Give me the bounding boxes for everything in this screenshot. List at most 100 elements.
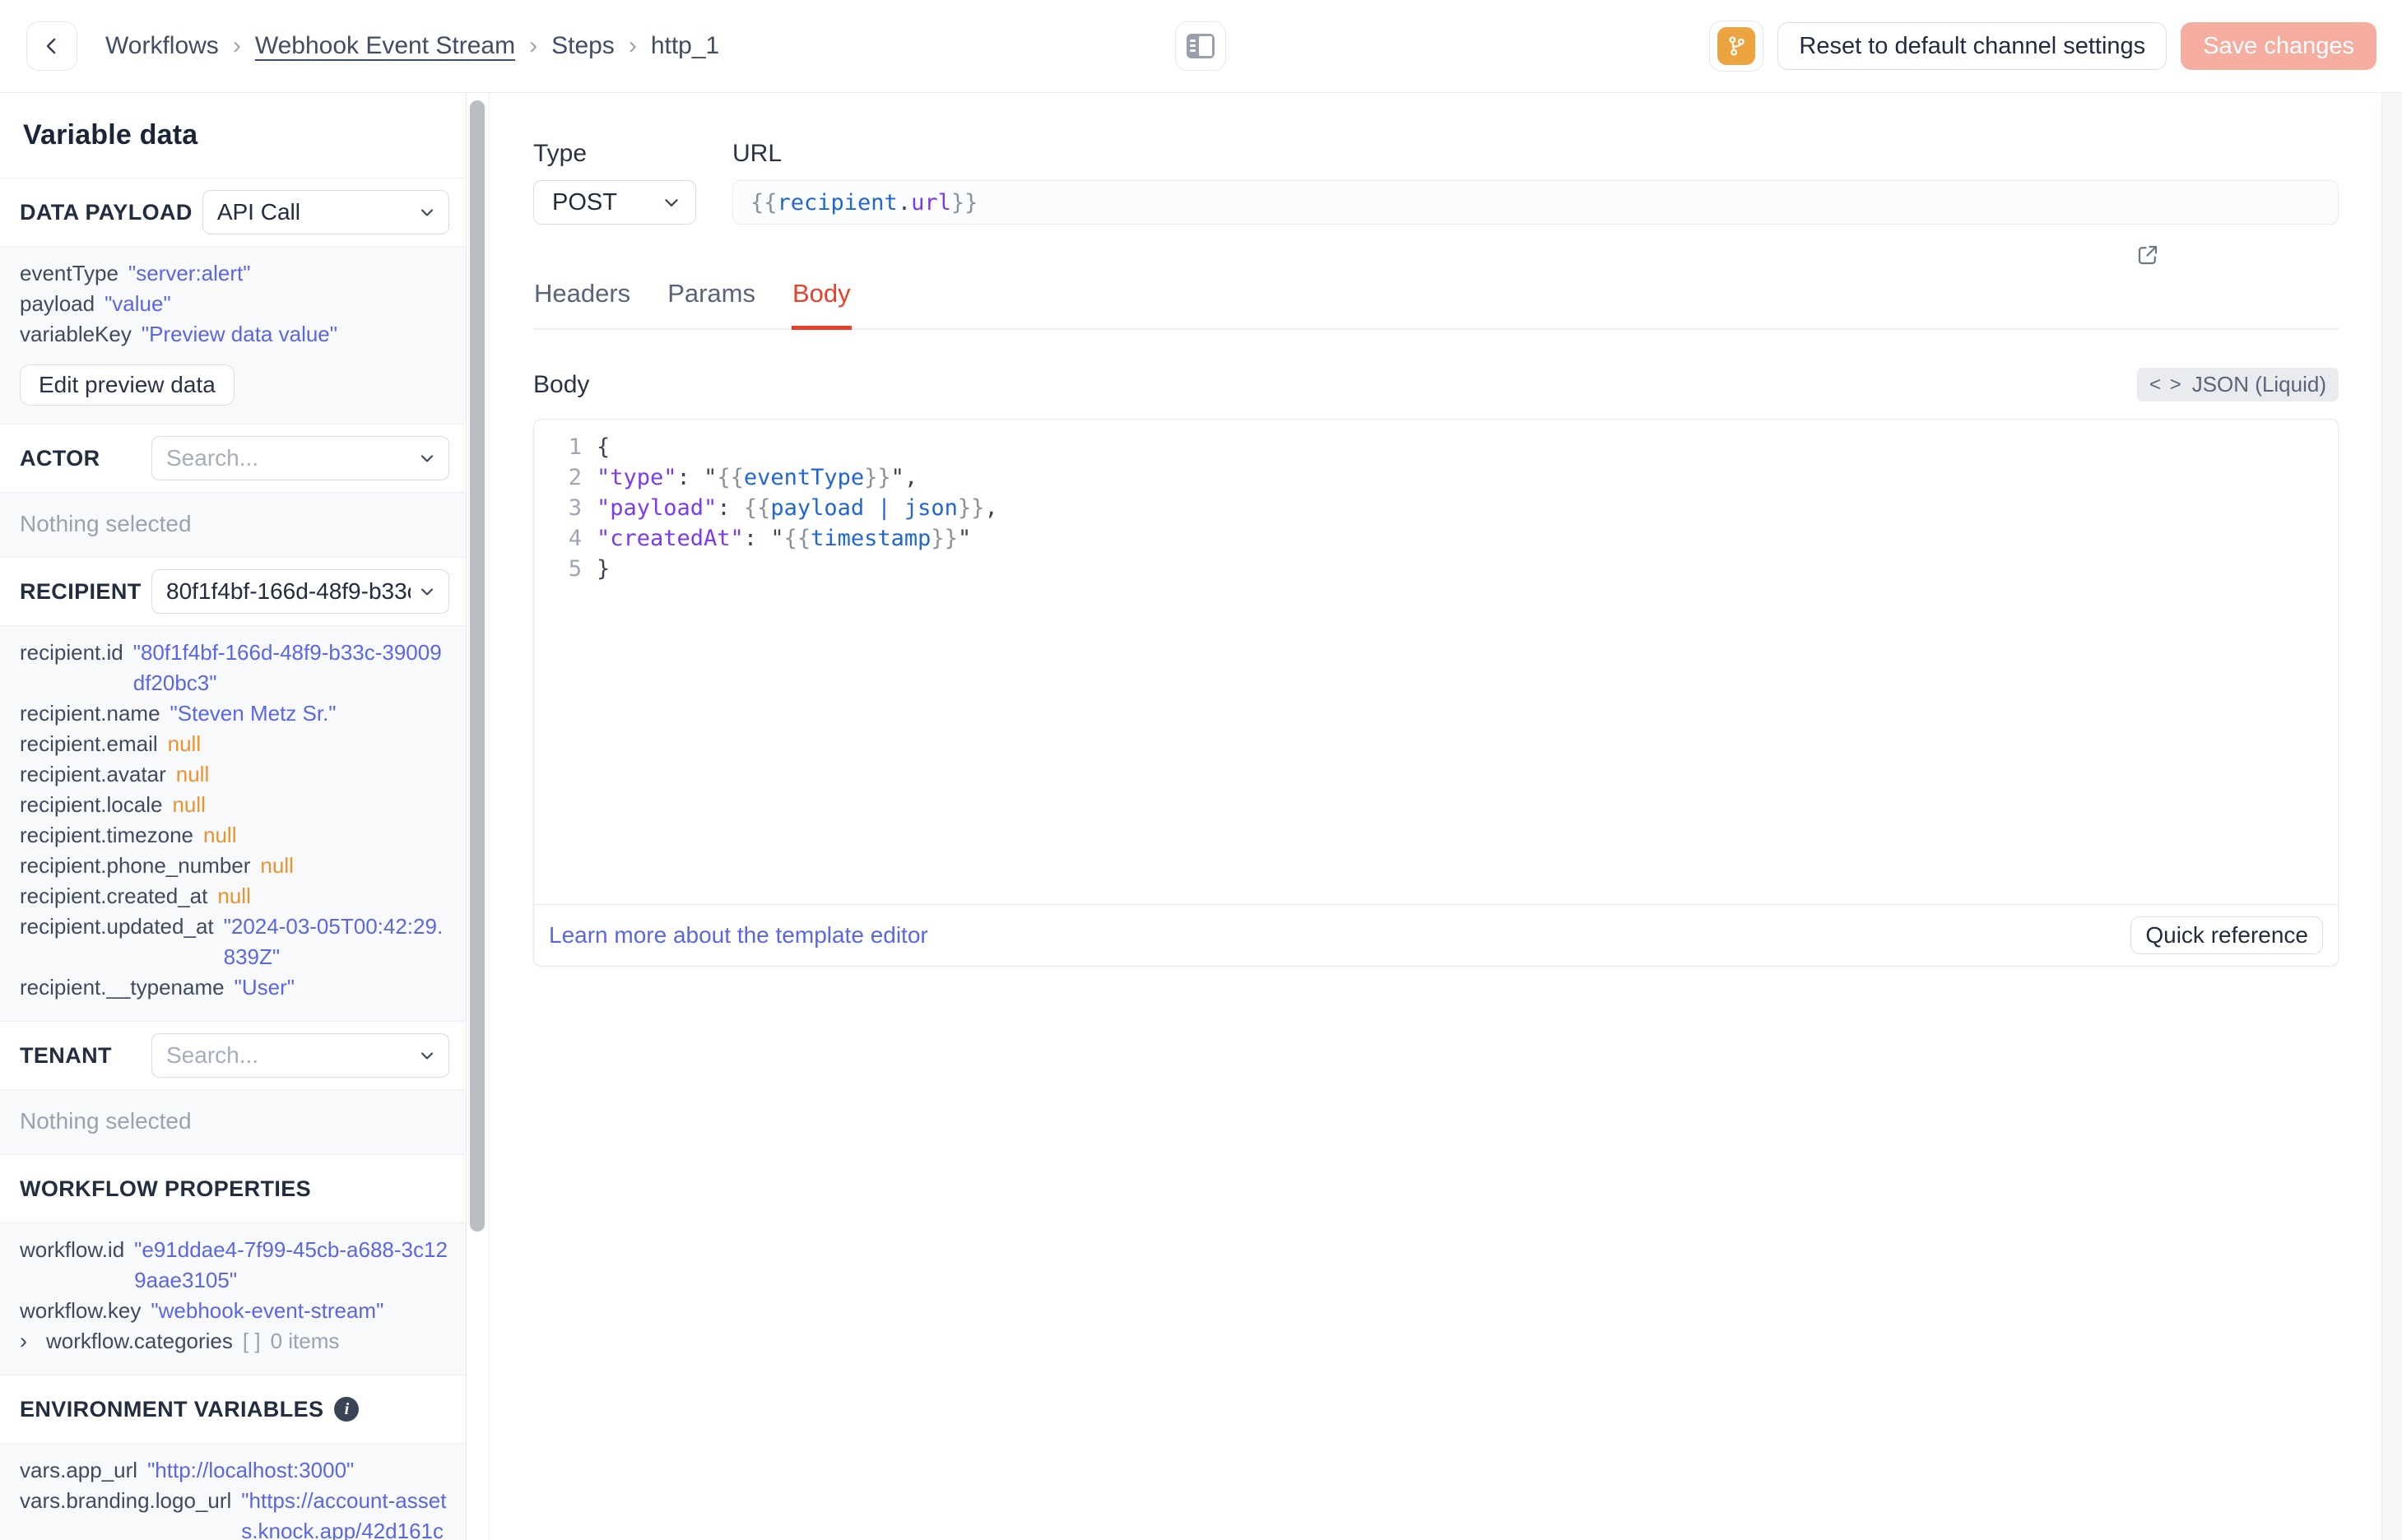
variable-field-row: recipient.locale null	[20, 790, 449, 820]
tenant-select[interactable]: Search...	[151, 1033, 449, 1078]
chevron-down-icon	[661, 192, 682, 213]
git-branch-icon	[1717, 27, 1756, 65]
field-key: payload	[20, 291, 95, 316]
recipient-fields-section: recipient.id "80f1f4bf-166d-48f9-b33c-390…	[0, 625, 466, 1022]
commit-changes-button[interactable]	[1709, 21, 1764, 72]
back-button[interactable]	[26, 21, 77, 71]
content-shell: Variable data DATA PAYLOAD API Call even…	[0, 93, 2402, 1540]
line-number: 2	[568, 465, 582, 490]
line-number: 5	[568, 556, 582, 582]
data-payload-row: DATA PAYLOAD API Call	[0, 179, 466, 246]
variable-field-row: recipient.updated_at "2024-03-05T00:42:29…	[20, 911, 449, 972]
recipient-row: RECIPIENT 80f1f4bf-166d-48f9-b33c	[0, 558, 466, 625]
sidebar-scrollbar	[467, 93, 490, 1540]
recipient-select[interactable]: 80f1f4bf-166d-48f9-b33c	[151, 569, 449, 614]
expand-chevron-icon[interactable]: ›	[20, 1326, 36, 1357]
environment-fields-section: vars.app_url "http://localhost:3000" vars.…	[0, 1443, 466, 1540]
panel-layout-icon	[1187, 34, 1215, 58]
actor-empty-section: Nothing selected	[0, 492, 466, 558]
chevron-down-icon	[417, 582, 437, 601]
variable-field-row: workflow.id "e91ddae4-7f99-45cb-a688-3c12…	[20, 1235, 449, 1296]
request-tabs: Headers Params Body	[533, 279, 2339, 330]
line-number: 3	[568, 495, 582, 521]
step-editor-main: Type POST URL {{recipient.url}} Headers …	[490, 93, 2402, 1540]
tenant-label: TENANT	[20, 1042, 112, 1068]
tab-params[interactable]: Params	[667, 279, 756, 330]
sidebar-heading: Variable data	[0, 93, 466, 179]
sidebar-title: Variable data	[23, 119, 198, 151]
field-key: recipient.updated_at	[20, 914, 214, 939]
reset-channel-settings-button[interactable]: Reset to default channel settings	[1777, 22, 2167, 70]
field-suffix: 0 items	[270, 1329, 340, 1353]
variable-field-row: workflow.key "webhook-event-stream"	[20, 1296, 449, 1326]
workflow-fields-section: workflow.id "e91ddae4-7f99-45cb-a688-3c12…	[0, 1222, 466, 1375]
tab-headers[interactable]: Headers	[533, 279, 631, 330]
page-scrollbar-track[interactable]	[2381, 93, 2402, 1540]
editor-footer: Learn more about the template editor Qui…	[534, 904, 2338, 966]
save-changes-button[interactable]: Save changes	[2181, 22, 2376, 70]
field-value: "http://localhost:3000"	[147, 1458, 355, 1482]
actor-label: ACTOR	[20, 445, 100, 471]
variable-field-row: recipient.__typename "User"	[20, 972, 449, 1003]
toggle-sidebar-button[interactable]	[1175, 21, 1226, 71]
app-window: Workflows › Webhook Event Stream › Steps › htt…	[0, 0, 2402, 1540]
breadcrumb-separator: ›	[529, 32, 538, 59]
breadcrumb-separator: ›	[628, 32, 637, 59]
type-label: Type	[533, 140, 588, 167]
breadcrumb-item-webhook-event-stream[interactable]: Webhook Event Stream	[255, 32, 515, 60]
http-method-select[interactable]: POST	[533, 180, 696, 225]
tenant-empty-text: Nothing selected	[20, 1108, 192, 1134]
field-key: recipient.name	[20, 701, 160, 726]
open-url-external-icon[interactable]	[2135, 192, 2323, 318]
code-line: 5}	[534, 554, 2338, 584]
breadcrumb-item-workflows[interactable]: Workflows	[105, 32, 219, 60]
field-key: recipient.email	[20, 731, 158, 756]
variable-field-row: recipient.timezone null	[20, 820, 449, 851]
variable-field-row: eventType "server:alert"	[20, 258, 449, 289]
data-payload-select[interactable]: API Call	[202, 190, 449, 234]
field-key: recipient.phone_number	[20, 853, 251, 878]
variable-field-row: recipient.phone_number null	[20, 851, 449, 881]
variable-field-row: recipient.created_at null	[20, 881, 449, 911]
field-key: recipient.__typename	[20, 975, 225, 1000]
top-bar: Workflows › Webhook Event Stream › Steps › htt…	[0, 0, 2402, 93]
request-controls: Type POST URL {{recipient.url}}	[533, 140, 2339, 265]
body-section-title: Body	[533, 370, 590, 398]
actor-row: ACTOR Search...	[0, 424, 466, 492]
learn-more-link[interactable]: Learn more about the template editor	[549, 922, 928, 949]
breadcrumb-separator: ›	[232, 32, 241, 59]
code-content: {	[597, 434, 611, 460]
code-brackets-icon: < >	[2149, 373, 2183, 396]
tenant-empty-section: Nothing selected	[0, 1089, 466, 1155]
field-value: "Steven Metz Sr."	[170, 701, 337, 726]
breadcrumb-item-steps[interactable]: Steps	[551, 32, 615, 60]
field-key: recipient.id	[20, 640, 123, 665]
sidebar-scrollbar-thumb[interactable]	[470, 100, 485, 1232]
code-line: 2 "type": "{{eventType}}",	[534, 462, 2338, 493]
data-payload-label: DATA PAYLOAD	[20, 199, 193, 225]
info-icon[interactable]: i	[334, 1397, 360, 1422]
language-badge: < > JSON (Liquid)	[2137, 368, 2339, 401]
code-editor-area[interactable]: 1{2 "type": "{{eventType}}", 3 "payload": {…	[534, 420, 2338, 904]
code-line: 3 "payload": {{payload | json}},	[534, 493, 2338, 523]
actor-select[interactable]: Search...	[151, 436, 449, 480]
field-value: null	[175, 762, 210, 786]
tab-body[interactable]: Body	[792, 279, 852, 330]
variable-data-panel: Variable data DATA PAYLOAD API Call even…	[0, 93, 467, 1540]
variable-field-row: › workflow.categories [ ] 0 items	[20, 1326, 449, 1357]
quick-reference-button[interactable]: Quick reference	[2130, 916, 2323, 954]
field-key: recipient.timezone	[20, 823, 193, 847]
field-value: "e91ddae4-7f99-45cb-a688-3c129aae3105"	[134, 1237, 448, 1292]
edit-preview-data-button[interactable]: Edit preview data	[20, 364, 235, 406]
variable-field-row: recipient.avatar null	[20, 759, 449, 790]
url-input[interactable]: {{recipient.url}}	[732, 180, 2339, 265]
field-value: null	[167, 731, 202, 756]
code-content: }	[597, 556, 611, 582]
field-value: [ ]	[242, 1329, 261, 1353]
payload-preview-section: eventType "server:alert" payload "value" var…	[0, 246, 466, 424]
chevron-down-icon	[417, 1046, 437, 1065]
chevron-down-icon	[417, 202, 437, 222]
header-actions: Reset to default channel settings Save c…	[1709, 21, 2376, 72]
code-content: "payload": {{payload | json}},	[597, 495, 998, 521]
field-key: recipient.locale	[20, 792, 163, 817]
